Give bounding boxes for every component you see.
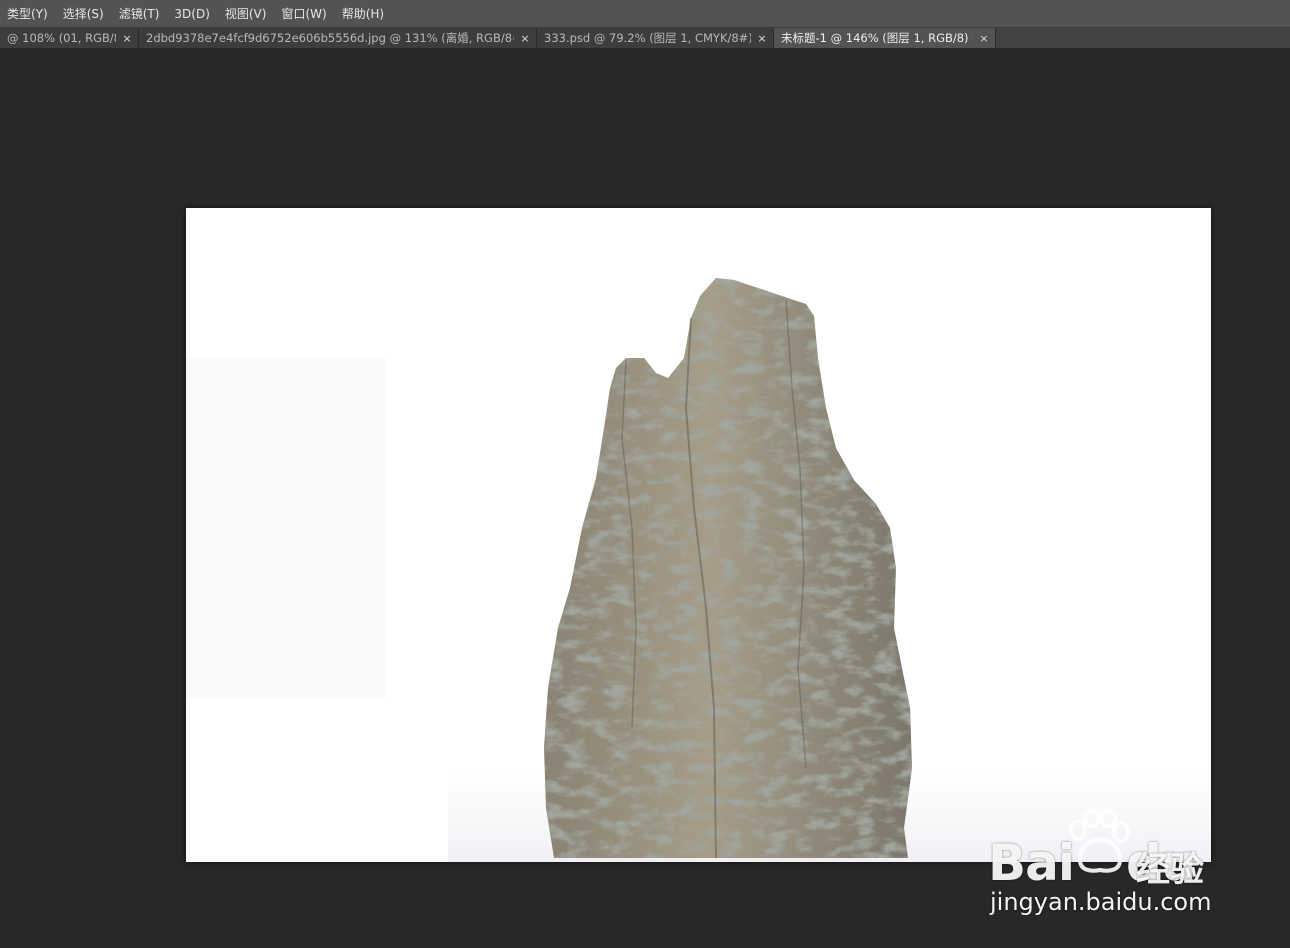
document-tab-4-active[interactable]: 未标题-1 @ 146% (图层 1, RGB/8) * × xyxy=(774,28,996,48)
jingyan-label: 经验 xyxy=(1136,850,1204,890)
close-icon[interactable]: × xyxy=(979,32,989,45)
menu-3d[interactable]: 3D(D) xyxy=(167,0,217,28)
menu-help[interactable]: 帮助(H) xyxy=(335,0,392,28)
close-icon[interactable]: × xyxy=(757,32,767,45)
close-icon[interactable]: × xyxy=(122,32,132,45)
menu-select[interactable]: 选择(S) xyxy=(56,0,112,28)
menu-window[interactable]: 窗口(W) xyxy=(274,0,334,28)
document-canvas[interactable] xyxy=(186,208,1211,862)
watermark-url: jingyan.baidu.com xyxy=(990,888,1212,916)
menu-type[interactable]: 类型(Y) xyxy=(0,0,56,28)
baidu-jingyan-watermark: Bai du 经验 jingyan.baidu.com xyxy=(988,808,1228,928)
close-icon[interactable]: × xyxy=(520,32,530,45)
tab-label: 333.psd @ 79.2% (图层 1, CMYK/8#) * xyxy=(544,31,751,45)
menu-view[interactable]: 视图(V) xyxy=(218,0,275,28)
rock-image xyxy=(186,208,1211,862)
tab-label: @ 108% (01, RGB/8#) * xyxy=(7,31,116,45)
document-tab-1[interactable]: @ 108% (01, RGB/8#) * × xyxy=(0,28,139,48)
document-tab-bar: @ 108% (01, RGB/8#) * × 2dbd9378e7e4fcf9… xyxy=(0,28,1290,49)
menu-bar: 类型(Y) 选择(S) 滤镜(T) 3D(D) 视图(V) 窗口(W) 帮助(H… xyxy=(0,0,1290,28)
tab-label: 2dbd9378e7e4fcf9d6752e606b5556d.jpg @ 13… xyxy=(146,31,514,45)
menu-filter[interactable]: 滤镜(T) xyxy=(112,0,168,28)
tab-label: 未标题-1 @ 146% (图层 1, RGB/8) * xyxy=(781,31,973,45)
document-tab-2[interactable]: 2dbd9378e7e4fcf9d6752e606b5556d.jpg @ 13… xyxy=(139,28,537,48)
document-tab-3[interactable]: 333.psd @ 79.2% (图层 1, CMYK/8#) * × xyxy=(537,28,774,48)
